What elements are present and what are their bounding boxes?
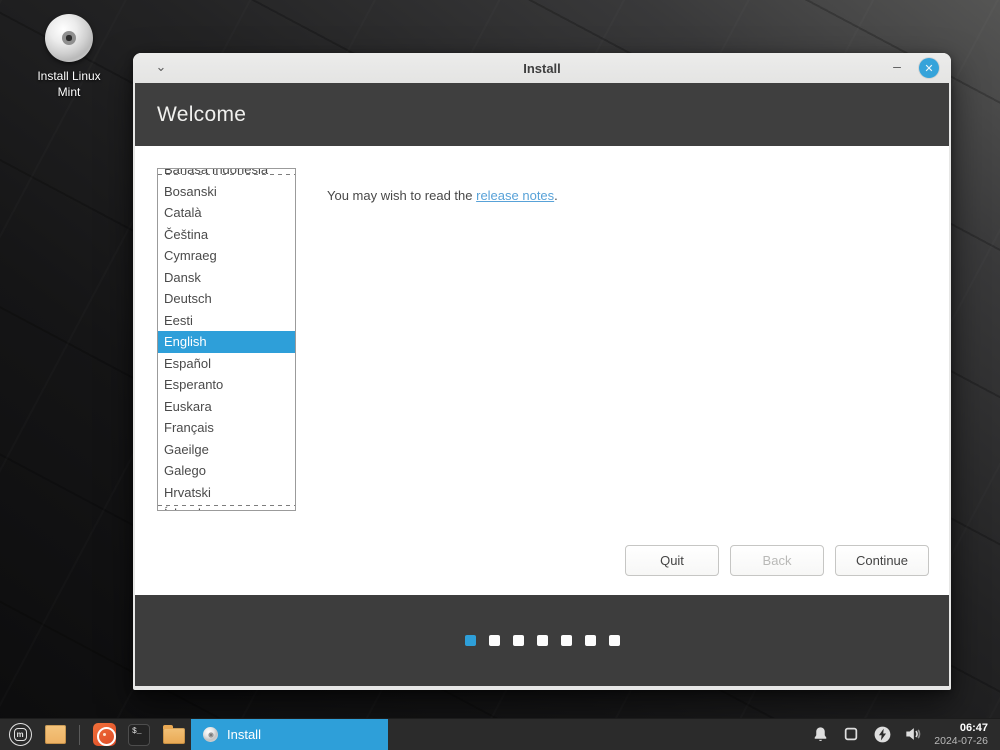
- cd-icon: [203, 727, 218, 742]
- power-icon: [874, 726, 891, 743]
- chevron-down-icon[interactable]: ⌄: [151, 57, 171, 77]
- progress-dot-2: [488, 635, 500, 646]
- language-option-hrvatski[interactable]: Hrvatski: [158, 482, 295, 504]
- notifications-button[interactable]: [810, 724, 830, 744]
- firefox-launcher[interactable]: [91, 722, 117, 748]
- window-body: Welcome Bahasa Indonesia Bosanski Català Če…: [135, 83, 949, 686]
- taskbar-separator: [79, 724, 80, 745]
- progress-dot-3: [512, 635, 524, 646]
- files-launcher[interactable]: [161, 722, 187, 748]
- release-notes-text: You may wish to read the release notes.: [327, 188, 558, 203]
- window-title: Install: [523, 60, 561, 76]
- language-option-i-slenska[interactable]: Íslenska: [158, 503, 295, 510]
- language-option-gaeilge[interactable]: Gaeilge: [158, 439, 295, 461]
- terminal-icon: $_: [128, 723, 150, 746]
- language-option-esperanto[interactable]: Esperanto: [158, 374, 295, 396]
- progress-dot-7: [608, 635, 620, 646]
- clock-time: 06:47: [959, 722, 988, 735]
- language-option-catala[interactable]: Català: [158, 202, 295, 224]
- install-task-button[interactable]: Install: [191, 718, 388, 750]
- page-content: Bahasa Indonesia Bosanski Català Čeština Cym…: [135, 146, 949, 595]
- power-manager-button[interactable]: [872, 724, 892, 744]
- progress-dots: [464, 635, 620, 646]
- language-option-galego[interactable]: Galego: [158, 460, 295, 482]
- language-option-bosanski[interactable]: Bosanski: [158, 181, 295, 203]
- desktop-icon-label: Install Linux Mint: [37, 69, 101, 100]
- language-option-eesti[interactable]: Eesti: [158, 310, 295, 332]
- note-suffix: .: [554, 188, 558, 203]
- install-linux-mint-desktop-icon[interactable]: Install Linux Mint: [26, 14, 112, 100]
- folder-icon: [163, 725, 185, 744]
- back-button[interactable]: Back: [730, 545, 824, 576]
- language-option-bahasa-indonesia[interactable]: Bahasa Indonesia: [158, 169, 295, 181]
- note-prefix: You may wish to read the: [327, 188, 477, 203]
- progress-dot-4: [536, 635, 548, 646]
- system-tray: 06:47 2024-07-26: [810, 722, 1000, 747]
- mint-menu-button[interactable]: m: [7, 722, 33, 748]
- mint-menu-icon: m: [8, 723, 32, 746]
- clipboard-icon: [845, 728, 858, 741]
- terminal-launcher[interactable]: $_: [126, 722, 152, 748]
- language-option-euskara[interactable]: Euskara: [158, 396, 295, 418]
- progress-dot-5: [560, 635, 572, 646]
- desktop-shortcut-icon: [44, 725, 66, 744]
- language-option-deutsch[interactable]: Deutsch: [158, 288, 295, 310]
- taskbar: m $_ Install 06:47 2024-07-26: [0, 718, 1000, 750]
- page-footer: [135, 595, 949, 686]
- language-option-c-es-tina[interactable]: Čeština: [158, 224, 295, 246]
- speaker-icon: [906, 728, 921, 741]
- volume-button[interactable]: [903, 724, 923, 744]
- progress-dot-6: [584, 635, 596, 646]
- clock[interactable]: 06:47 2024-07-26: [934, 722, 992, 747]
- window-titlebar[interactable]: ⌄ Install – ✕: [133, 53, 951, 83]
- clipboard-button[interactable]: [841, 724, 861, 744]
- show-desktop-button[interactable]: [42, 722, 68, 748]
- page-title: Welcome: [157, 102, 247, 126]
- minimize-button[interactable]: –: [889, 59, 905, 75]
- clock-date: 2024-07-26: [934, 734, 988, 747]
- language-option-franc-ais[interactable]: Français: [158, 417, 295, 439]
- taskbar-launchers: m $_: [0, 722, 187, 748]
- firefox-icon: [92, 723, 116, 746]
- cd-icon: [45, 14, 93, 62]
- close-icon: ✕: [924, 62, 934, 75]
- release-notes-link[interactable]: release notes: [476, 188, 554, 203]
- quit-button[interactable]: Quit: [625, 545, 719, 576]
- language-option-espan-ol[interactable]: Español: [158, 353, 295, 375]
- language-list[interactable]: Bahasa Indonesia Bosanski Català Čeština Cym…: [157, 168, 296, 511]
- continue-button[interactable]: Continue: [835, 545, 929, 576]
- navigation-buttons: Quit Back Continue: [625, 545, 929, 576]
- bell-icon: [814, 727, 827, 741]
- language-option-english[interactable]: English: [158, 331, 295, 353]
- page-header: Welcome: [135, 83, 949, 146]
- close-button[interactable]: ✕: [919, 58, 939, 78]
- language-option-dansk[interactable]: Dansk: [158, 267, 295, 289]
- language-option-cymraeg[interactable]: Cymraeg: [158, 245, 295, 267]
- task-label: Install: [227, 727, 261, 742]
- progress-dot-1: [464, 635, 476, 646]
- install-window: ⌄ Install – ✕ Welcome Bahasa Indonesia Bo…: [133, 53, 951, 690]
